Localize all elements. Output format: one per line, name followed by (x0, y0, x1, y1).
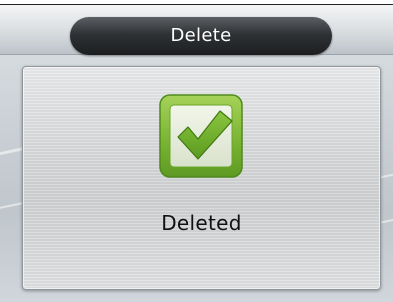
background-streak (0, 201, 24, 211)
device-screen: Delete Deleted (0, 0, 393, 302)
title-pill: Delete (70, 17, 332, 55)
checkmark-success-icon (159, 94, 243, 178)
dialog-title: Delete (170, 25, 232, 46)
header-bar: Delete (0, 5, 393, 55)
status-message: Deleted (161, 211, 242, 235)
result-card: Deleted (22, 66, 381, 290)
